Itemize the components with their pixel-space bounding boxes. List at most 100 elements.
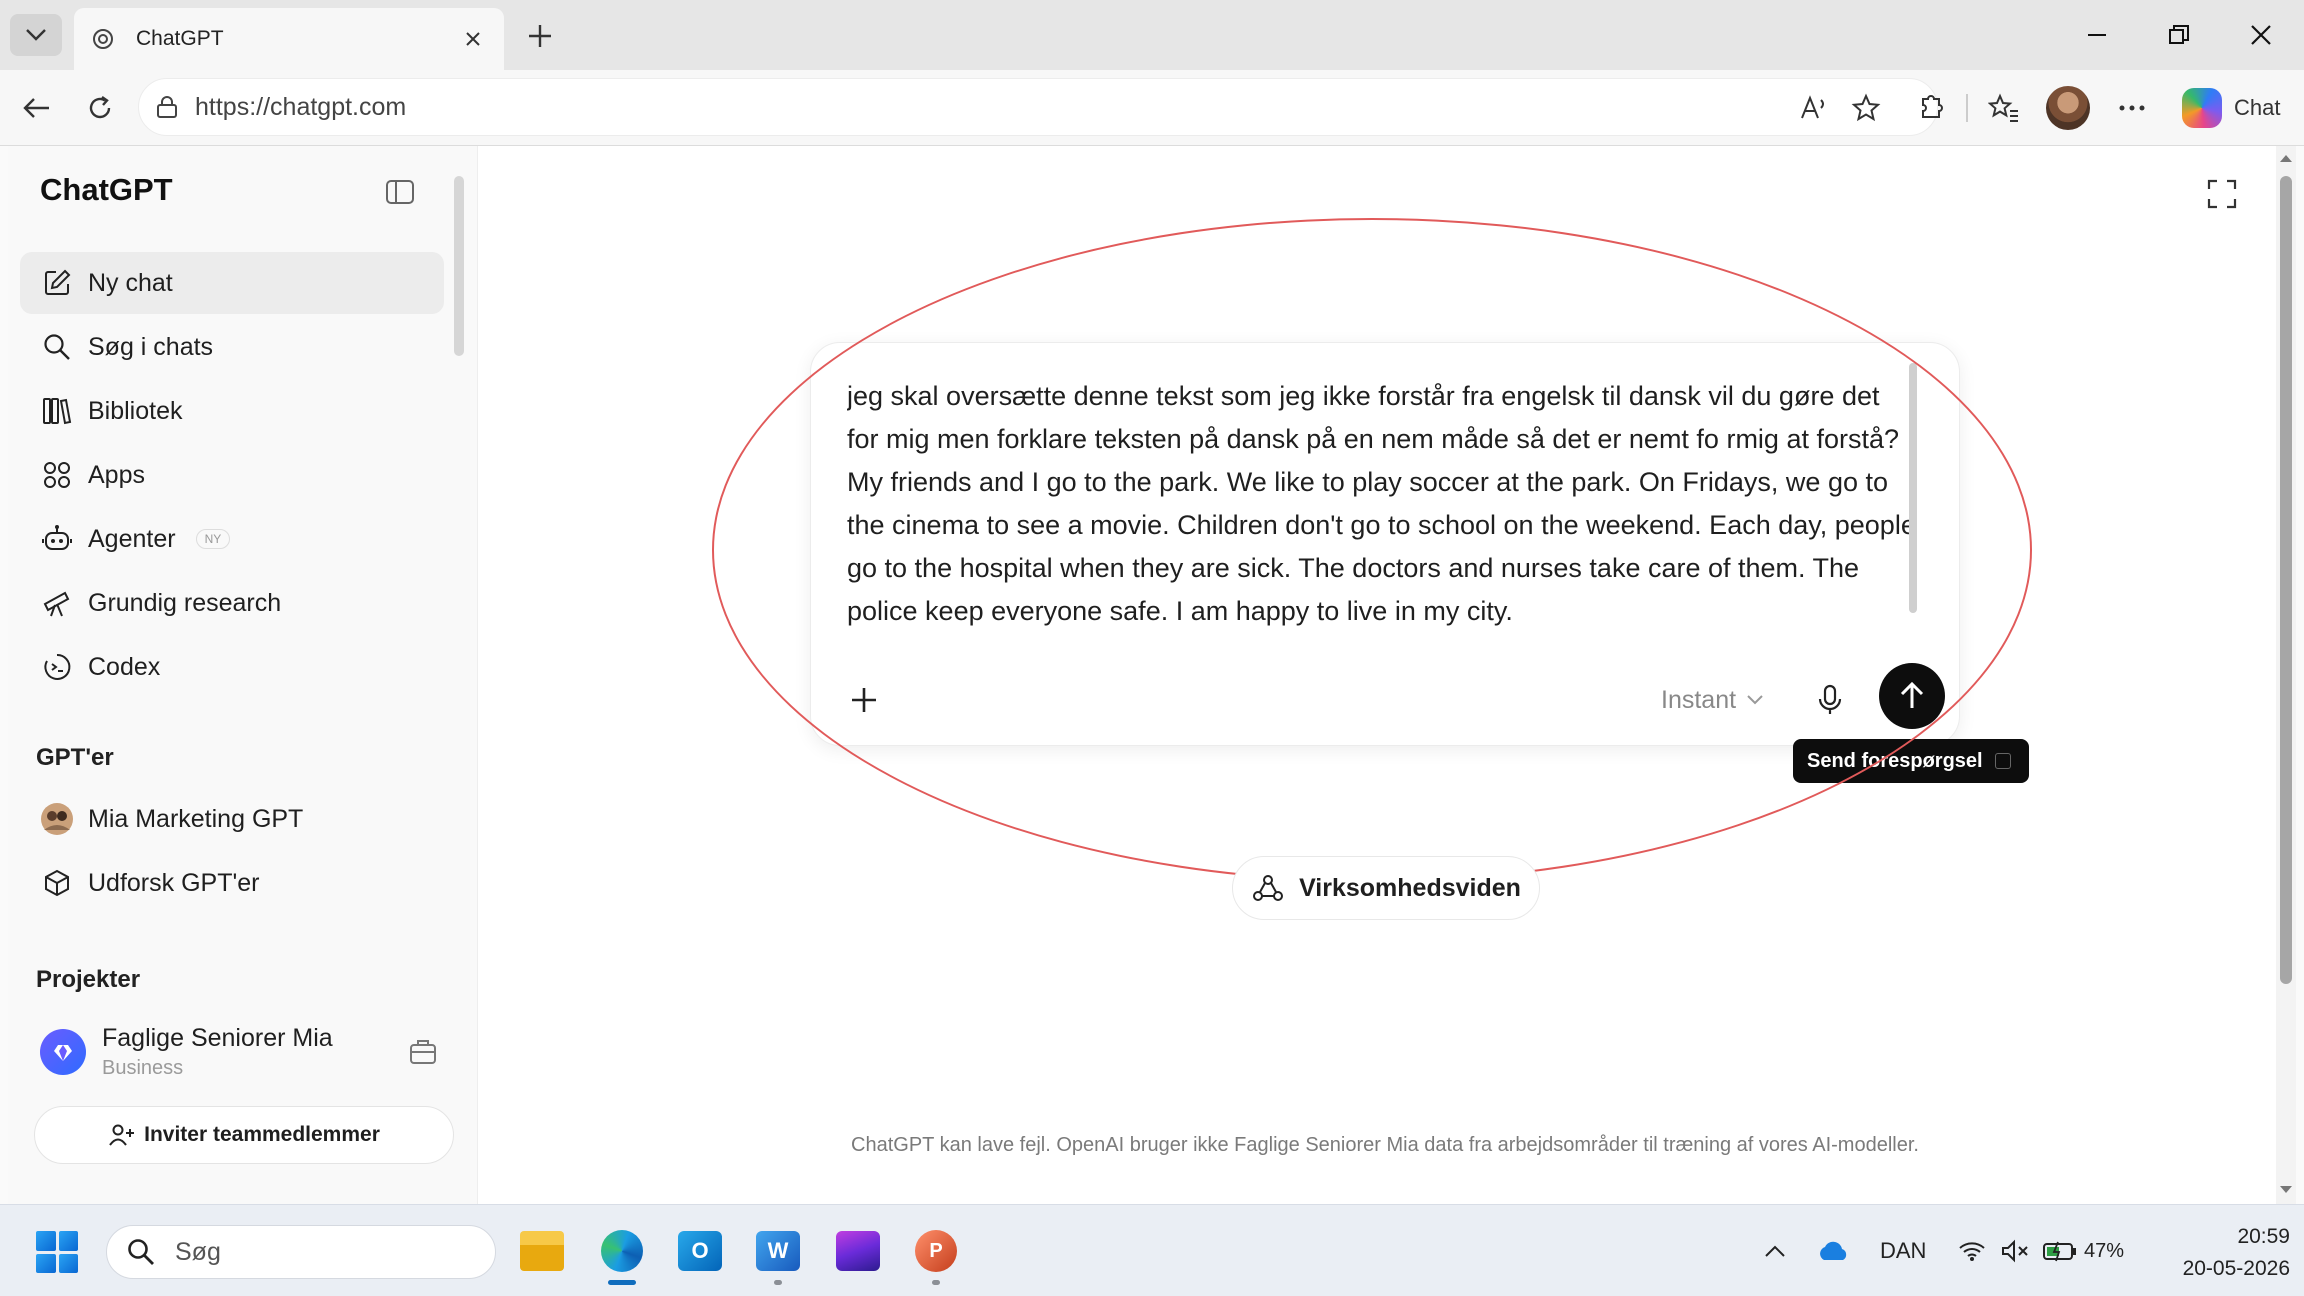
invite-label: Inviter teammedlemmer <box>144 1123 380 1146</box>
composer-scrollbar[interactable] <box>1909 363 1917 613</box>
sidebar-item-agents[interactable]: Agenter NY <box>20 508 444 570</box>
send-tooltip-text: Send forespørgsel <box>1807 749 1983 772</box>
add-people-icon <box>108 1121 136 1149</box>
chevron-down-icon <box>1746 690 1766 710</box>
disclaimer-text: ChatGPT kan lave fejl. OpenAI bruger ikk… <box>851 1134 1919 1156</box>
sidebar: ChatGPT Ny chat Søg i chats Bibliotek Ap… <box>8 146 478 1204</box>
sidebar-item-library[interactable]: Bibliotek <box>20 380 444 442</box>
sidebar-item-label: Mia Marketing GPT <box>88 804 304 833</box>
battery-indicator[interactable]: 47% <box>2042 1233 2124 1269</box>
search-icon <box>40 330 74 364</box>
workspace-switcher[interactable]: Faglige Seniorer Mia Business <box>28 1012 448 1092</box>
arrow-left-icon <box>23 98 49 118</box>
sidebar-item-label: Søg i chats <box>88 332 214 361</box>
cube-icon <box>40 866 74 900</box>
prompt-input[interactable]: jeg skal oversætte denne tekst som jeg i… <box>847 375 1917 675</box>
clipchamp-icon[interactable] <box>830 1223 886 1279</box>
read-aloud-icon[interactable] <box>1792 86 1836 130</box>
copilot-label: Chat <box>2234 95 2281 120</box>
edge-browser-icon[interactable] <box>594 1223 650 1285</box>
minimize-button[interactable] <box>2072 14 2122 56</box>
projects-heading[interactable]: Projekter <box>36 966 140 994</box>
taskbar-clock[interactable]: 20:59 20-05-2026 <box>2150 1225 2290 1281</box>
telescope-icon <box>40 586 74 620</box>
arrow-up-icon <box>1900 681 1924 708</box>
browser-toolbar: https://chatgpt.com Chat <box>0 70 2304 146</box>
sidebar-item-deep-research[interactable]: Grundig research <box>20 572 444 634</box>
restore-button[interactable] <box>2154 14 2204 56</box>
show-hidden-icons-icon[interactable] <box>1764 1233 1786 1269</box>
new-badge: NY <box>195 529 231 549</box>
battery-charging-icon <box>2043 1241 2076 1262</box>
more-options-icon[interactable] <box>2110 86 2154 130</box>
close-tab-icon[interactable] <box>458 24 488 54</box>
sidebar-item-search-chats[interactable]: Søg i chats <box>20 316 444 378</box>
reload-button[interactable] <box>78 86 122 130</box>
sidebar-item-explore-gpts[interactable]: Udforsk GPT'er <box>20 852 444 914</box>
prompt-composer[interactable]: jeg skal oversætte denne tekst som jeg i… <box>810 342 1960 746</box>
restore-icon <box>2169 25 2189 44</box>
add-attachment-button[interactable] <box>843 679 885 721</box>
url-text[interactable]: https://chatgpt.com <box>195 93 406 122</box>
sidebar-scrollbar[interactable] <box>454 176 464 356</box>
workspace-logo-icon <box>40 1029 86 1075</box>
browser-tab-bar: ChatGPT <box>0 0 2304 70</box>
sidebar-item-apps[interactable]: Apps <box>20 444 444 506</box>
language-indicator[interactable]: DAN <box>1880 1233 1926 1269</box>
sidebar-brand[interactable]: ChatGPT <box>40 172 173 208</box>
scroll-up-icon <box>2280 155 2292 162</box>
model-selector[interactable]: Instant <box>1661 679 1791 721</box>
fullscreen-icon[interactable] <box>2202 174 2242 214</box>
sidebar-item-mia-marketing-gpt[interactable]: Mia Marketing GPT <box>20 788 444 850</box>
word-icon[interactable]: W <box>750 1223 806 1285</box>
workspace-name: Faglige Seniorer Mia <box>102 1024 333 1052</box>
main-scrollbar-thumb[interactable] <box>2280 176 2292 984</box>
sidebar-item-label: Bibliotek <box>88 396 183 425</box>
sidebar-item-new-chat[interactable]: Ny chat <box>20 252 444 314</box>
toolbar-divider <box>1966 94 1968 122</box>
sidebar-toggle-icon[interactable] <box>382 174 418 210</box>
back-button[interactable] <box>14 86 58 130</box>
tab-chatgpt[interactable]: ChatGPT <box>74 8 504 70</box>
windows-start-button[interactable] <box>36 1231 78 1273</box>
copilot-chat-button[interactable]: Chat <box>2178 82 2288 134</box>
workspace-settings-icon[interactable] <box>406 1035 440 1069</box>
model-label: Instant <box>1661 685 1737 714</box>
volume-muted-icon[interactable] <box>2000 1233 2030 1269</box>
extensions-icon[interactable] <box>1908 86 1952 130</box>
scroll-down-icon <box>2280 1186 2292 1193</box>
search-icon <box>125 1236 157 1268</box>
new-tab-button[interactable] <box>520 18 560 54</box>
clock-date: 20-05-2026 <box>2182 1257 2290 1280</box>
gpts-heading[interactable]: GPT'er <box>36 744 114 772</box>
favorites-icon[interactable] <box>1982 86 2026 130</box>
tab-list-button[interactable] <box>10 14 62 56</box>
favorite-star-icon[interactable] <box>1844 86 1888 130</box>
onedrive-icon[interactable] <box>1816 1233 1850 1269</box>
battery-percent: 47% <box>2084 1239 2125 1262</box>
microphone-button[interactable] <box>1807 677 1853 723</box>
taskbar-search-placeholder: Søg <box>175 1237 221 1266</box>
powerpoint-icon[interactable]: P <box>908 1223 964 1285</box>
sidebar-item-label: Ny chat <box>88 268 173 297</box>
lock-icon[interactable] <box>153 93 181 121</box>
close-window-button[interactable] <box>2236 14 2286 56</box>
workspace-plan: Business <box>102 1057 184 1079</box>
library-icon <box>40 394 74 428</box>
wifi-icon[interactable] <box>1958 1233 1986 1269</box>
edit-icon <box>40 266 74 300</box>
apps-icon <box>40 458 74 492</box>
file-explorer-icon[interactable] <box>514 1223 570 1279</box>
send-button[interactable] <box>1879 663 1945 729</box>
invite-team-members-button[interactable]: Inviter teammedlemmer <box>34 1106 454 1164</box>
outlook-icon[interactable]: O <box>672 1223 728 1279</box>
openai-logo-icon <box>90 26 116 52</box>
sidebar-item-label: Agenter <box>88 524 176 553</box>
clock-time: 20:59 <box>2237 1225 2290 1248</box>
profile-avatar[interactable] <box>2046 86 2090 130</box>
company-knowledge-chip[interactable]: Virksomhedsviden <box>1232 856 1540 920</box>
enter-key-icon <box>1994 753 2011 769</box>
taskbar-search[interactable]: Søg <box>106 1225 496 1279</box>
address-bar[interactable]: https://chatgpt.com <box>138 78 1938 136</box>
sidebar-item-codex[interactable]: Codex <box>20 636 444 698</box>
